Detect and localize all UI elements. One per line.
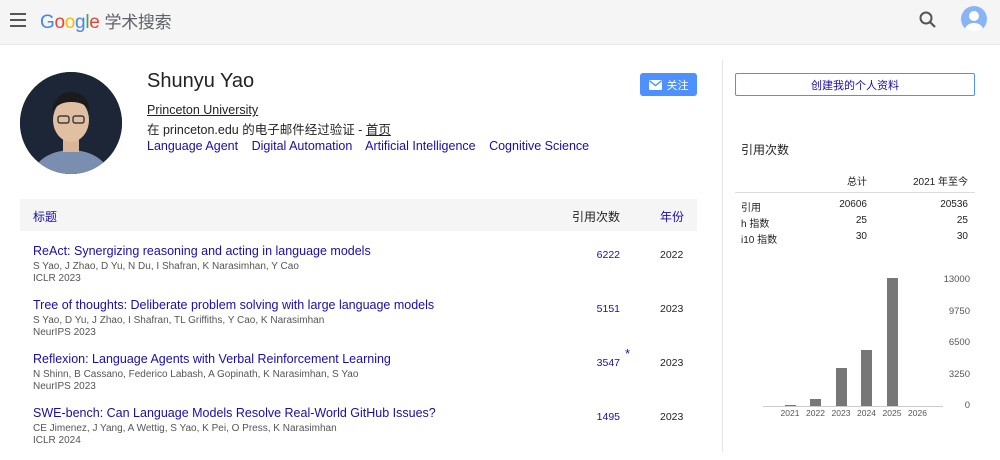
logo-letter: o	[64, 12, 76, 33]
create-profile-button[interactable]: 创建我的个人资料	[735, 73, 975, 96]
top-bar: Google 学术搜索	[0, 0, 1000, 45]
stats-label: 引用	[741, 203, 761, 214]
chart-bar[interactable]	[886, 278, 898, 406]
y-tick-label: 3250	[948, 368, 970, 380]
stats-row: i10 指数 30 30	[735, 229, 975, 246]
article-year: 2023	[660, 411, 684, 423]
interest-link[interactable]: Digital Automation	[252, 139, 353, 153]
interest-link[interactable]: Artificial Intelligence	[365, 139, 475, 153]
article-venue: ICLR 2023	[33, 273, 81, 284]
article-venue: ICLR 2024	[33, 435, 81, 446]
stats-all: 20606	[839, 199, 867, 210]
article-authors: CE Jimenez, J Yang, A Wettig, S Yao, K P…	[33, 423, 337, 434]
citations-per-year-chart: 2021 2022 2023 2024 2025 2026 13000 9750 6500 325…	[735, 268, 995, 428]
y-tick-label: 13000	[943, 274, 970, 285]
chart-bar[interactable]	[861, 349, 872, 406]
envelope-icon	[648, 79, 662, 90]
sort-by-year[interactable]: 年份	[660, 208, 684, 225]
citation-stats-table: 总计 2021 年至今 引用 20606 20536 h 指数 25 25 i1…	[735, 171, 975, 246]
cited-by-header[interactable]: 引用次数	[572, 208, 620, 225]
affiliation-link[interactable]: Princeton University	[147, 103, 258, 117]
product-name: 学术搜索	[104, 13, 172, 32]
article-year: 2023	[660, 303, 684, 315]
logo-letter: e	[89, 12, 100, 33]
verified-text: 在 princeton.edu 的电子邮件经过验证 -	[147, 123, 366, 137]
article-venue: NeurIPS 2023	[33, 327, 96, 338]
logo-letter: G	[40, 12, 55, 33]
scholar-logo[interactable]: Google 学术搜索	[40, 8, 172, 34]
article-cites-link[interactable]: 3547	[597, 357, 620, 369]
column-divider	[722, 60, 723, 452]
article-year: 2023	[660, 357, 684, 369]
table-header: 标题 引用次数 年份	[20, 199, 697, 231]
stats-all: 30	[855, 231, 867, 242]
stats-all: 25	[855, 215, 867, 226]
article-venue: NeurIPS 2023	[33, 381, 96, 392]
article-cites-link[interactable]: 5151	[597, 303, 620, 315]
merged-star-icon[interactable]: *	[625, 346, 630, 361]
follow-button[interactable]: 关注	[640, 73, 697, 96]
article-title-link[interactable]: ReAct: Synergizing reasoning and acting …	[33, 244, 371, 258]
y-tick-label: 0	[964, 400, 970, 411]
chart-bar[interactable]	[835, 368, 847, 406]
profile-photo	[20, 72, 122, 174]
table-row: Tree of thoughts: Deliberate problem sol…	[20, 298, 697, 352]
sort-by-title[interactable]: 标题	[33, 208, 57, 225]
article-authors: S Yao, J Zhao, D Yu, N Du, I Shafran, K …	[33, 261, 299, 272]
stats-header-row: 总计 2021 年至今	[735, 171, 975, 193]
table-row: ReAct: Synergizing reasoning and acting …	[20, 244, 697, 298]
article-authors: N Shinn, B Cassano, Federico Labash, A G…	[33, 369, 359, 380]
stats-col-all: 总计	[847, 177, 867, 188]
article-title-link[interactable]: SWE-bench: Can Language Models Resolve R…	[33, 406, 436, 420]
stats-row: 引用 20606 20536	[735, 197, 975, 214]
stats-label: h 指数	[741, 219, 770, 230]
research-interests: Language Agent Digital Automation Artifi…	[147, 139, 599, 153]
interest-link[interactable]: Cognitive Science	[489, 139, 589, 153]
article-authors: S Yao, D Yu, J Zhao, I Shafran, TL Griff…	[33, 315, 325, 326]
article-year: 2022	[660, 249, 684, 261]
cited-by-heading: 引用次数	[741, 143, 790, 157]
stats-label: i10 指数	[741, 235, 778, 246]
search-icon[interactable]	[918, 10, 938, 30]
article-cites-link[interactable]: 6222	[597, 249, 620, 261]
verified-email: 在 princeton.edu 的电子邮件经过验证 - 首页	[147, 119, 391, 138]
article-cites-link[interactable]: 1495	[597, 411, 620, 423]
article-title-link[interactable]: Tree of thoughts: Deliberate problem sol…	[33, 298, 434, 312]
stats-since: 25	[956, 215, 968, 226]
google-wordmark: Google	[40, 12, 100, 34]
y-tick-label: 6500	[948, 337, 970, 348]
stats-col-since: 2021 年至今	[912, 177, 968, 188]
stats-row: h 指数 25 25	[735, 213, 975, 230]
stats-since: 20536	[940, 199, 968, 210]
logo-letter: o	[54, 12, 65, 33]
profile-name: Shunyu Yao	[147, 70, 255, 92]
y-tick-label: 9750	[948, 305, 970, 317]
logo-letter: g	[75, 12, 86, 33]
chart-bar[interactable]	[810, 399, 821, 406]
homepage-link[interactable]: 首页	[366, 123, 391, 137]
follow-label: 关注	[666, 79, 689, 92]
interest-link[interactable]: Language Agent	[147, 139, 238, 153]
chart-bar[interactable]	[784, 405, 796, 406]
table-row: Reflexion: Language Agents with Verbal R…	[20, 346, 697, 406]
menu-icon[interactable]	[10, 13, 26, 27]
stats-since: 30	[956, 231, 968, 242]
account-avatar-icon[interactable]	[961, 6, 987, 32]
article-title-link[interactable]: Reflexion: Language Agents with Verbal R…	[33, 352, 391, 366]
